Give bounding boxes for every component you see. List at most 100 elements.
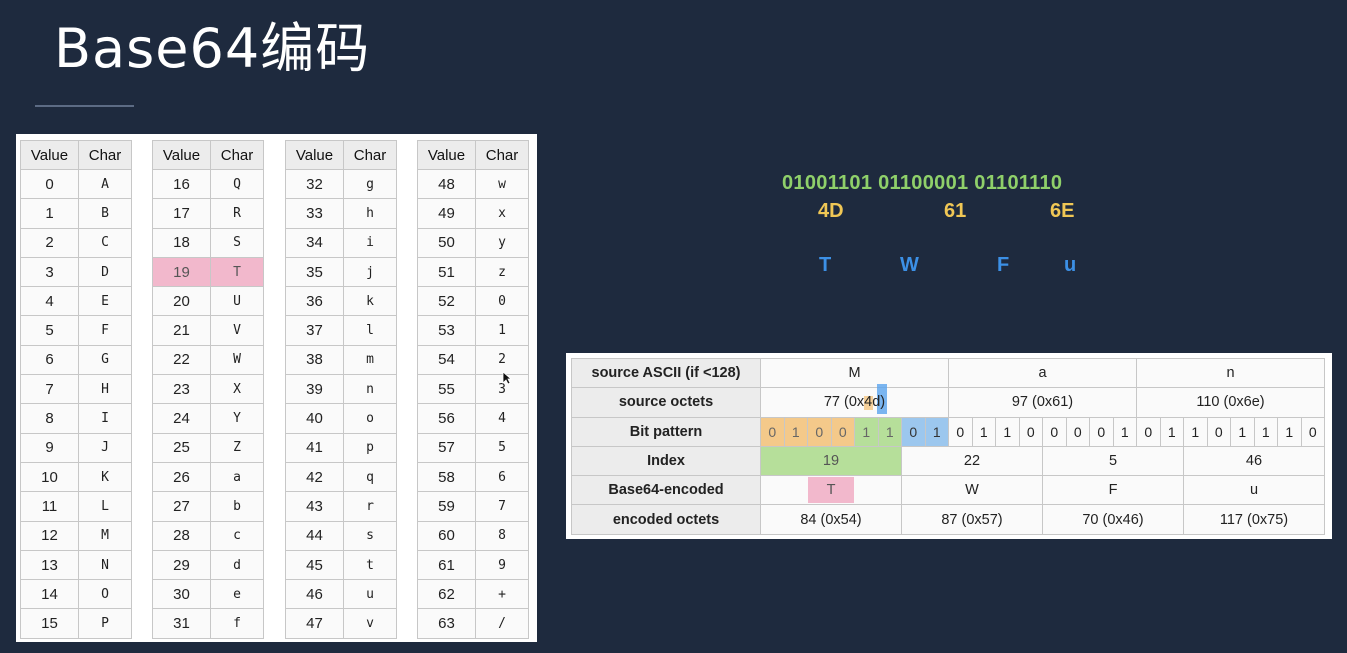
base64-table-block-2: Value Char 16 Q 17 R 18 S 19 T 20 U 21 V 22 W 23 X 24 Y 25 Z 2…: [152, 140, 264, 639]
row-bit-pattern: Bit pattern 010011010110000101101110: [571, 416, 1325, 447]
table-row: 62 +: [417, 579, 529, 610]
table-row: 31 f: [152, 608, 264, 639]
table-row: 47 v: [285, 608, 397, 639]
char-cell: l: [343, 315, 397, 346]
table-row: 40 o: [285, 403, 397, 434]
value-cell: 22: [152, 344, 211, 376]
char-cell: t: [343, 549, 397, 581]
value-cell: 11: [20, 491, 79, 522]
value-cell: 49: [417, 198, 476, 229]
char-cell: i: [343, 227, 397, 258]
value-cell: 24: [152, 403, 211, 434]
char-cell: Q: [210, 168, 264, 200]
octet-cell-1: 77 (0x4d): [760, 384, 949, 418]
table-row: 38 m: [285, 344, 397, 376]
bit-cell: 0: [1042, 416, 1067, 447]
char-cell: R: [210, 198, 264, 229]
value-cell: 45: [285, 549, 344, 581]
char-cell: h: [343, 198, 397, 229]
bit-cell: 0: [1018, 416, 1043, 447]
encoded-octet-cell-2: 87 (0x57): [901, 504, 1043, 535]
value-cell: 54: [417, 344, 476, 376]
table-row: 33 h: [285, 198, 397, 229]
bit-cell: 0: [1300, 416, 1325, 447]
row-header-encoded-octets: encoded octets: [571, 504, 761, 535]
table-row: 18 S: [152, 227, 264, 258]
value-cell: 0: [20, 168, 79, 200]
char-cell: 9: [475, 549, 529, 581]
row-source-octets: source octets 77 (0x4d) 97 (0x61) 110 (0…: [571, 384, 1325, 418]
encoded-octet-cell-4: 117 (0x75): [1183, 504, 1325, 535]
char-cell: m: [343, 344, 397, 376]
char-cell: u: [343, 579, 397, 610]
value-cell: 25: [152, 432, 211, 463]
char-cell: N: [78, 549, 132, 581]
value-column-header: Value: [20, 140, 79, 170]
bit-cell: 0: [760, 416, 785, 447]
index-cell-3: 5: [1042, 445, 1184, 477]
table-row: 24 Y: [152, 403, 264, 434]
char-cell: W: [210, 344, 264, 376]
value-cell: 33: [285, 198, 344, 229]
char-cell: F: [78, 315, 132, 346]
table-row: 43 r: [285, 491, 397, 522]
char-cell: r: [343, 491, 397, 522]
char-cell: 0: [475, 286, 529, 317]
bit-cell: 0: [901, 416, 926, 447]
char-cell: p: [343, 432, 397, 463]
row-header-octets: source octets: [571, 387, 761, 418]
encoding-example-panel: source ASCII (if <128) M a n source octe…: [566, 353, 1332, 539]
encoded-cell-2: W: [901, 475, 1043, 506]
char-cell: c: [210, 520, 264, 551]
table-row: 23 X: [152, 374, 264, 405]
char-cell: I: [78, 403, 132, 434]
table-row: 26 a: [152, 461, 264, 493]
bit-cell: 1: [877, 416, 902, 447]
table-row: 58 6: [417, 461, 529, 493]
row-header-encoded: Base64-encoded: [571, 475, 761, 506]
value-column-header: Value: [285, 140, 344, 170]
row-source-ascii: source ASCII (if <128) M a n: [571, 357, 1325, 389]
char-cell: 4: [475, 403, 529, 434]
char-cell: V: [210, 315, 264, 346]
table-row: 25 Z: [152, 432, 264, 463]
char-cell: P: [78, 608, 132, 639]
char-cell: 5: [475, 432, 529, 463]
value-cell: 61: [417, 549, 476, 581]
bit-cell: 1: [924, 416, 949, 447]
char-cell: d: [210, 549, 264, 581]
index-cell-1: 19: [760, 445, 902, 477]
index-cell-4: 46: [1183, 445, 1325, 477]
table-row: 1B: [20, 198, 132, 229]
bit-cell: 1: [1230, 416, 1255, 447]
char-cell: M: [78, 520, 132, 551]
value-cell: 27: [152, 491, 211, 522]
table-row: 12 M: [20, 520, 132, 551]
table-row: 28 c: [152, 520, 264, 551]
base64-table-block-3: Value Char 32 g 33 h 34 i 35 j 36 k 37 l 38 m 39 n 40 o 41 p 4…: [285, 140, 397, 639]
table-row: 35 j: [285, 256, 397, 288]
char-cell: H: [78, 374, 132, 405]
value-cell: 63: [417, 608, 476, 639]
bit-cell: 1: [1253, 416, 1278, 447]
value-cell: 13: [20, 549, 79, 581]
value-cell: 37: [285, 315, 344, 346]
value-cell: 9: [20, 432, 79, 463]
char-cell: n: [343, 374, 397, 405]
encoded-octet-cell-3: 70 (0x46): [1042, 504, 1184, 535]
table-row: 4E: [20, 286, 132, 317]
value-cell: 50: [417, 227, 476, 258]
char-cell: q: [343, 461, 397, 493]
binary-bits-text: 01001101 01100001 01101110: [782, 172, 1063, 194]
table-row: 7H: [20, 374, 132, 405]
value-cell: 51: [417, 256, 476, 288]
table-row: 45 t: [285, 549, 397, 581]
bit-cell: 1: [1112, 416, 1137, 447]
value-cell: 5: [20, 315, 79, 346]
value-cell: 36: [285, 286, 344, 317]
value-cell: 47: [285, 608, 344, 639]
char-cell: Z: [210, 432, 264, 463]
char-cell: S: [210, 227, 264, 258]
table-row: 44 s: [285, 520, 397, 551]
title-underline: [35, 105, 134, 107]
